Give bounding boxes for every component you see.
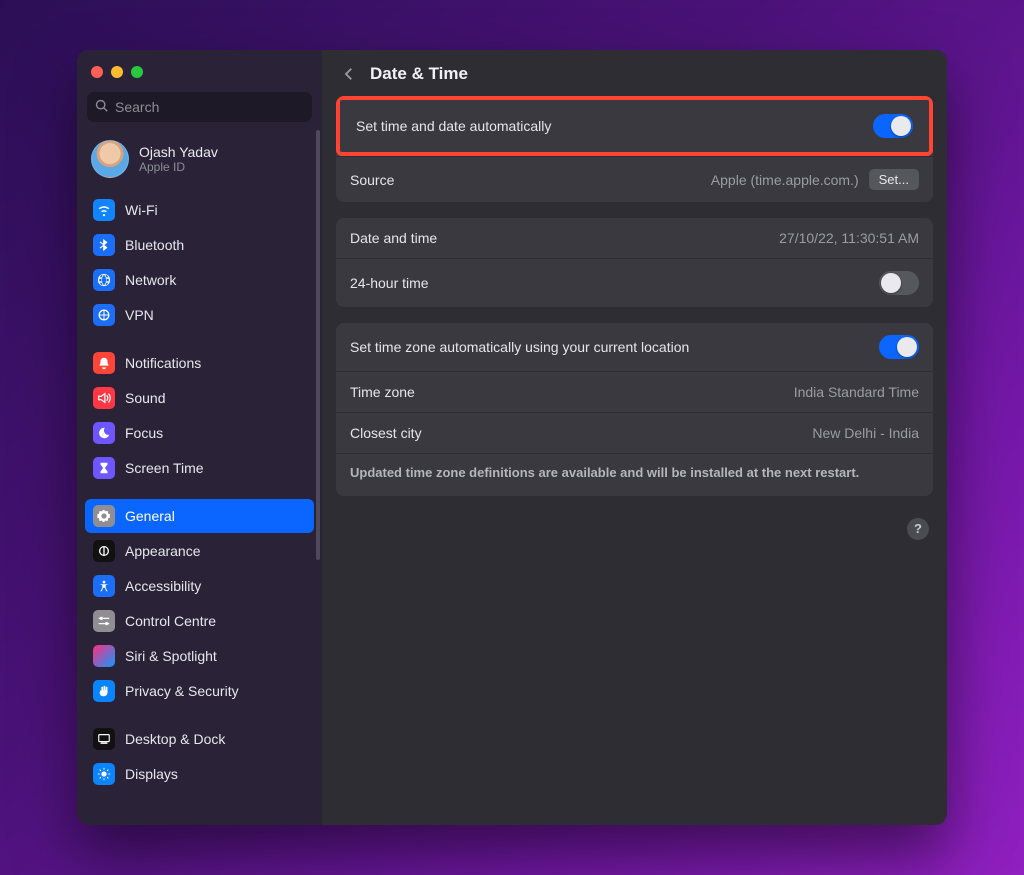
row-tz: Time zone India Standard Time	[336, 371, 933, 412]
sidebar-item-desktopdock[interactable]: Desktop & Dock	[85, 722, 314, 756]
sliders-icon	[93, 610, 115, 632]
sidebar: Ojash Yadav Apple ID Wi-Fi Bluetooth Net…	[77, 50, 322, 825]
sidebar-item-controlcentre[interactable]: Control Centre	[85, 604, 314, 638]
sidebar-item-label: Siri & Spotlight	[125, 648, 217, 664]
sidebar-item-focus[interactable]: Focus	[85, 416, 314, 450]
tz-value: India Standard Time	[794, 384, 919, 400]
row-datetime: Date and time 27/10/22, 11:30:51 AM	[336, 218, 933, 258]
city-value: New Delhi - India	[812, 425, 919, 441]
sidebar-item-label: Network	[125, 272, 176, 288]
sidebar-item-wifi[interactable]: Wi-Fi	[85, 193, 314, 227]
sidebar-item-sound[interactable]: Sound	[85, 381, 314, 415]
row-label: Set time and date automatically	[356, 118, 551, 134]
window-controls	[77, 62, 322, 92]
sidebar-item-label: Focus	[125, 425, 163, 441]
bell-icon	[93, 352, 115, 374]
globe-icon	[93, 304, 115, 326]
sidebar-item-label: Displays	[125, 766, 178, 782]
sidebar-item-label: Desktop & Dock	[125, 731, 225, 747]
appearance-icon	[93, 540, 115, 562]
toggle-auto-time[interactable]	[873, 114, 913, 138]
settings-window: Ojash Yadav Apple ID Wi-Fi Bluetooth Net…	[77, 50, 947, 825]
source-value: Apple (time.apple.com.)	[711, 172, 859, 188]
row-label: Set time zone automatically using your c…	[350, 339, 689, 355]
minimize-window-button[interactable]	[111, 66, 123, 78]
dock-icon	[93, 728, 115, 750]
datetime-value: 27/10/22, 11:30:51 AM	[779, 230, 919, 246]
sidebar-item-appearance[interactable]: Appearance	[85, 534, 314, 568]
highlight-annotation: Set time and date automatically	[336, 96, 933, 156]
sidebar-item-notifications[interactable]: Notifications	[85, 346, 314, 380]
toggle-auto-tz[interactable]	[879, 335, 919, 359]
row-city: Closest city New Delhi - India	[336, 412, 933, 453]
help-button[interactable]: ?	[907, 518, 929, 540]
account-row[interactable]: Ojash Yadav Apple ID	[77, 132, 322, 192]
maximize-window-button[interactable]	[131, 66, 143, 78]
sidebar-item-label: Sound	[125, 390, 165, 406]
main-panel: Date & Time Set time and date automatica…	[322, 50, 947, 825]
set-source-button[interactable]: Set...	[869, 169, 919, 190]
sidebar-item-label: Screen Time	[125, 460, 204, 476]
search-input[interactable]	[115, 99, 304, 115]
tz-note: Updated time zone definitions are availa…	[336, 453, 933, 496]
avatar	[91, 140, 129, 178]
account-sub: Apple ID	[139, 160, 218, 174]
back-button[interactable]	[340, 65, 358, 83]
accessibility-icon	[93, 575, 115, 597]
row-label: Closest city	[350, 425, 422, 441]
row-label: Source	[350, 172, 394, 188]
sidebar-item-label: Appearance	[125, 543, 201, 559]
titlebar: Date & Time	[322, 50, 947, 96]
sidebar-item-vpn[interactable]: VPN	[85, 298, 314, 332]
sidebar-item-label: Notifications	[125, 355, 201, 371]
gear-icon	[93, 505, 115, 527]
close-window-button[interactable]	[91, 66, 103, 78]
sidebar-item-siri[interactable]: Siri & Spotlight	[85, 639, 314, 673]
sidebar-item-label: VPN	[125, 307, 154, 323]
siri-icon	[93, 645, 115, 667]
chevron-left-icon	[340, 65, 358, 83]
row-auto-tz: Set time zone automatically using your c…	[336, 323, 933, 371]
sidebar-item-bluetooth[interactable]: Bluetooth	[85, 228, 314, 262]
sidebar-item-displays[interactable]: Displays	[85, 757, 314, 791]
moon-icon	[93, 422, 115, 444]
sidebar-item-screentime[interactable]: Screen Time	[85, 451, 314, 485]
toggle-24hour[interactable]	[879, 271, 919, 295]
display-icon	[93, 763, 115, 785]
account-name: Ojash Yadav	[139, 144, 218, 160]
hand-icon	[93, 680, 115, 702]
sidebar-item-label: Wi-Fi	[125, 202, 158, 218]
row-label: Time zone	[350, 384, 415, 400]
speaker-icon	[93, 387, 115, 409]
panel-datetime: Date and time 27/10/22, 11:30:51 AM 24-h…	[336, 218, 933, 307]
row-24hour: 24-hour time	[336, 258, 933, 307]
panel-timezone: Set time zone automatically using your c…	[336, 323, 933, 496]
row-label: 24-hour time	[350, 275, 429, 291]
sidebar-scrollbar[interactable]	[316, 130, 320, 560]
sidebar-item-general[interactable]: General	[85, 499, 314, 533]
sidebar-item-label: Control Centre	[125, 613, 216, 629]
sidebar-item-label: General	[125, 508, 175, 524]
sidebar-item-label: Bluetooth	[125, 237, 184, 253]
sidebar-nav: Wi-Fi Bluetooth Network VPN N	[77, 192, 322, 825]
wifi-icon	[93, 199, 115, 221]
globe-icon	[93, 269, 115, 291]
hourglass-icon	[93, 457, 115, 479]
row-source: Source Apple (time.apple.com.) Set...	[336, 156, 933, 202]
sidebar-item-privacy[interactable]: Privacy & Security	[85, 674, 314, 708]
sidebar-item-network[interactable]: Network	[85, 263, 314, 297]
bluetooth-icon	[93, 234, 115, 256]
row-auto-time: Set time and date automatically	[342, 102, 927, 150]
row-label: Date and time	[350, 230, 437, 246]
search-icon	[95, 99, 109, 116]
sidebar-item-label: Privacy & Security	[125, 683, 239, 699]
search-field[interactable]	[87, 92, 312, 122]
page-title: Date & Time	[370, 64, 468, 84]
sidebar-item-accessibility[interactable]: Accessibility	[85, 569, 314, 603]
sidebar-item-label: Accessibility	[125, 578, 201, 594]
panel-time-source: Set time and date automatically Source A…	[336, 96, 933, 202]
